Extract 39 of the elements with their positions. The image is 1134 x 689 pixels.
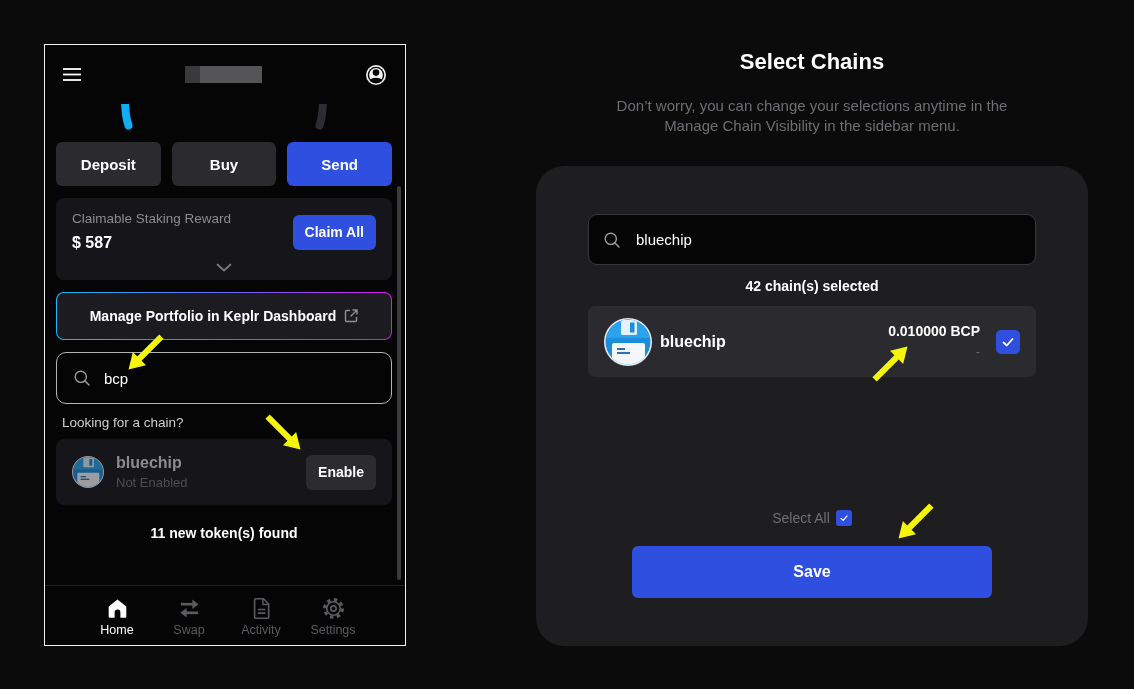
chain-fiat-value: - [975,343,980,361]
arrow-icon [265,414,301,450]
arrow-icon [898,503,934,539]
settings-icon [321,597,345,620]
external-link-icon [344,309,359,323]
staking-reward-label: Claimable Staking Reward [72,210,232,228]
tokens-found-text: 11 new token(s) found [150,524,298,543]
scrollbar[interactable] [397,186,401,580]
arrow-icon [872,346,908,382]
claim-all-button[interactable]: Claim All [292,214,376,250]
checkbox[interactable] [835,510,852,526]
action-button[interactable]: Send [287,142,392,186]
chevron-down-icon[interactable] [216,263,232,272]
floppy-disk-icon [604,317,652,366]
selected-count-text: 42 chain(s) selected [745,277,879,296]
action-button[interactable]: Buy [171,142,277,186]
checkbox[interactable] [996,329,1020,354]
nav-tab[interactable]: Home [81,597,153,639]
action-button[interactable]: Deposit [56,142,161,186]
search-icon [74,370,90,386]
search-field[interactable]: bluechip [588,214,1036,265]
arrow-icon [128,334,164,370]
menu-icon[interactable] [63,68,81,81]
select-all-label: Select All [772,510,830,526]
dialog-title: Select Chains [739,48,885,76]
chain-name: bluechip [116,453,182,473]
save-button[interactable]: Save [632,546,992,598]
search-field[interactable]: bcp [56,352,392,404]
chain-name: bluechip [660,332,727,351]
dialog-subtitle: Don’t worry, you can change your selections anytime in the Manage Chain Visibility in the sidebar menu. [615,96,1009,136]
chain-balance: 0.010000 BCP [888,322,980,340]
dashboard-link-button[interactable]: Manage Portfolio in Keplr Dashboard [56,292,392,340]
staking-reward-amount: $ 587 [72,233,114,253]
chain-status: Not Enabled [116,475,188,491]
chain-hint-label: Looking for a chain? [62,414,184,432]
enable-button[interactable]: Enable [306,454,376,490]
account-icon[interactable] [366,64,386,85]
search-icon [604,231,620,248]
chain-row[interactable]: bluechip 0.010000 BCP - [588,306,1036,377]
